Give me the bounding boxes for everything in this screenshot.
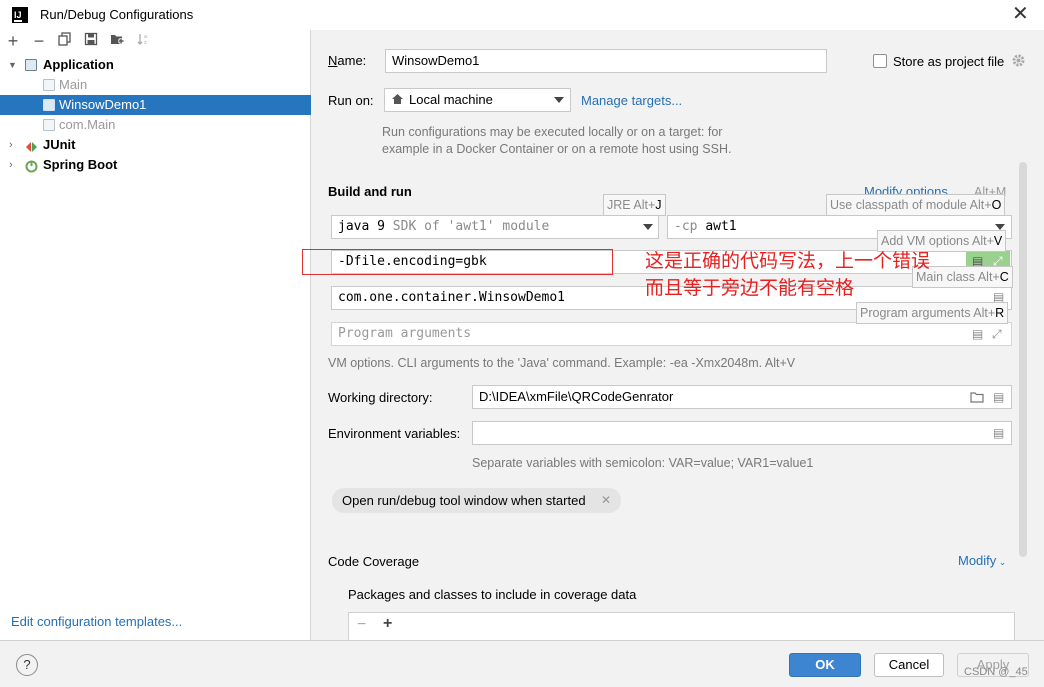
build-and-run-heading: Build and run <box>328 184 412 199</box>
chevron-down-icon[interactable]: ▼ <box>8 55 17 75</box>
close-icon[interactable]: ✕ <box>601 488 611 513</box>
application-config-icon <box>25 59 37 71</box>
edit-configuration-templates-link[interactable]: Edit configuration templates... <box>11 614 182 629</box>
copy-icon[interactable] <box>56 32 74 50</box>
close-icon[interactable]: ✕ <box>1012 4 1029 24</box>
chevron-down-icon[interactable] <box>643 224 653 230</box>
tree-group-label: Spring Boot <box>43 157 118 172</box>
run-on-value: Local machine <box>409 92 493 107</box>
intellij-app-icon: IJ <box>12 7 28 23</box>
cp-prefix-text: -cp <box>674 219 698 234</box>
environment-variables-hint: Separate variables with semicolon: VAR=v… <box>472 456 814 470</box>
folder-icon[interactable] <box>970 391 985 406</box>
ok-button[interactable]: OK <box>789 653 861 677</box>
add-icon[interactable]: + <box>4 32 22 50</box>
expand-icon[interactable]: ⤢ <box>992 327 1002 342</box>
code-coverage-heading: Code Coverage <box>328 554 420 569</box>
chevron-right-icon[interactable]: › <box>9 155 13 175</box>
home-icon <box>391 93 404 108</box>
jre-shortcut-tooltip: JRE Alt+J <box>603 194 666 216</box>
window-title: Run/Debug Configurations <box>40 7 194 22</box>
sort-icon[interactable]: az <box>134 32 152 50</box>
jre-dropdown[interactable]: java 9 SDK of 'awt1' module <box>331 215 659 239</box>
annotation-highlight-box <box>302 249 613 275</box>
document-icon[interactable]: ▤ <box>993 426 1004 440</box>
chevron-right-icon[interactable]: › <box>9 135 13 155</box>
working-directory-label: Working directory: <box>328 390 433 405</box>
junit-icon <box>25 139 37 152</box>
tree-group-application[interactable]: ▼ Application <box>0 55 311 75</box>
classpath-shortcut-tooltip: Use classpath of module Alt+O <box>826 194 1006 216</box>
chevron-down-icon[interactable] <box>554 97 564 103</box>
annotation-text-line2: 而且等于旁边不能有空格 <box>645 278 855 299</box>
remove-icon[interactable]: − <box>30 32 48 50</box>
tree-item-label: Main <box>59 77 88 92</box>
gear-icon[interactable] <box>1011 53 1026 71</box>
tree-item-com-main[interactable]: com.Main <box>0 115 311 135</box>
add-icon[interactable]: + <box>383 615 392 633</box>
tree-group-spring-boot[interactable]: › Spring Boot <box>0 155 311 175</box>
dialog-footer: ? OK Cancel Apply <box>0 640 1044 687</box>
run-config-icon <box>43 79 55 91</box>
run-on-hint-line1: Run configurations may be executed local… <box>382 125 723 139</box>
cancel-button[interactable]: Cancel <box>874 653 944 677</box>
run-on-label: Run on: <box>328 93 374 108</box>
name-label: Name: <box>328 53 367 68</box>
configurations-tree-panel: + − az ▼ Application Main WinsowDemo1 co… <box>0 30 311 640</box>
working-directory-field[interactable]: D:\IDEA\xmFile\QRCodeGenrator <box>472 385 1012 409</box>
help-icon[interactable]: ? <box>16 654 38 676</box>
tree-item-label: WinsowDemo1 <box>59 97 147 112</box>
watermark: CSDN @_45 <box>964 666 1028 678</box>
remove-icon[interactable]: − <box>357 616 366 634</box>
program-arguments-shortcut-tooltip: Program arguments Alt+R <box>856 302 1009 324</box>
name-field[interactable]: WinsowDemo1 <box>385 49 827 73</box>
new-folder-icon[interactable] <box>108 32 126 50</box>
tree-item-label: com.Main <box>59 117 116 132</box>
vm-options-hint: VM options. CLI arguments to the 'Java' … <box>328 356 796 370</box>
run-config-icon <box>43 119 55 131</box>
coverage-packages-label: Packages and classes to include in cover… <box>348 587 637 602</box>
title-bar: IJ Run/Debug Configurations ✕ <box>0 0 1044 30</box>
cp-value-text: awt1 <box>705 219 737 234</box>
coverage-packages-list: − + <box>348 612 1015 640</box>
document-icon[interactable]: ▤ <box>993 390 1004 404</box>
chip-label: Open run/debug tool window when started <box>342 493 586 508</box>
document-icon[interactable]: ▤ <box>972 327 983 341</box>
environment-variables-label: Environment variables: <box>328 426 461 441</box>
store-as-project-file-label[interactable]: Store as project file <box>893 54 1004 69</box>
save-icon[interactable] <box>82 32 100 50</box>
annotation-text-line1: 这是正确的代码写法，上一个错误 <box>645 251 931 272</box>
tree-group-junit[interactable]: › JUnit <box>0 135 311 155</box>
store-as-project-file-checkbox[interactable] <box>873 54 887 68</box>
spring-boot-icon <box>25 159 38 173</box>
tree-toolbar: + − az <box>0 30 311 54</box>
run-on-hint-line2: example in a Docker Container or on a re… <box>382 142 732 156</box>
tree-group-label: Application <box>43 57 114 72</box>
jre-version-text: 9 <box>377 219 385 234</box>
manage-targets-link[interactable]: Manage targets... <box>581 93 682 108</box>
tree-group-label: JUnit <box>43 137 76 152</box>
run-on-dropdown[interactable]: Local machine <box>384 88 571 112</box>
run-config-icon <box>43 99 55 111</box>
svg-text:z: z <box>144 40 147 46</box>
environment-variables-field[interactable] <box>472 421 1012 445</box>
tree-item-main[interactable]: Main <box>0 75 311 95</box>
program-arguments-field[interactable]: Program arguments <box>331 322 1012 346</box>
modify-coverage-link[interactable]: Modify ⌄ <box>958 553 1006 568</box>
jre-detail-text: SDK of 'awt1' module <box>392 219 550 234</box>
scrollbar[interactable] <box>1019 162 1027 557</box>
tree-item-winsowdemo1[interactable]: WinsowDemo1 <box>0 95 311 115</box>
jre-java-text: java <box>338 219 370 234</box>
open-tool-window-option-chip[interactable]: Open run/debug tool window when started … <box>332 488 621 513</box>
